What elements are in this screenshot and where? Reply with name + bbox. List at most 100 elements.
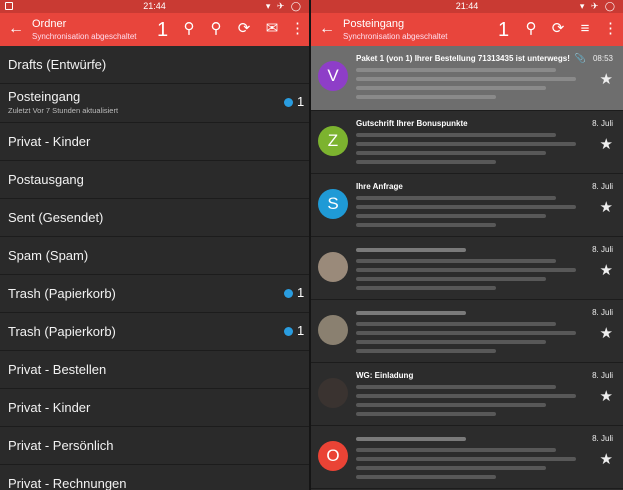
blurred-preview bbox=[356, 475, 496, 479]
refresh-icon[interactable]: ⟳ bbox=[235, 20, 253, 38]
blurred-preview bbox=[356, 214, 546, 218]
blurred-preview bbox=[356, 86, 546, 90]
unread-count: 1 bbox=[498, 19, 510, 41]
blurred-subject bbox=[356, 311, 466, 315]
folder-unread-count: 1 bbox=[297, 94, 305, 109]
search-icon[interactable]: ⚲ bbox=[522, 20, 540, 38]
blurred-preview bbox=[356, 142, 576, 146]
sender-avatar: Z bbox=[318, 126, 348, 156]
blurred-preview bbox=[356, 403, 546, 407]
folder-item[interactable]: Postausgang bbox=[0, 161, 309, 199]
folder-name: Privat - Persönlich bbox=[8, 438, 114, 453]
search-icon[interactable]: ⚲ bbox=[180, 20, 198, 38]
folder-item[interactable]: Privat - Rechnungen bbox=[0, 465, 309, 490]
blurred-preview bbox=[356, 349, 496, 353]
blurred-subject bbox=[356, 437, 466, 441]
folder-item[interactable]: Drafts (Entwürfe) bbox=[0, 46, 309, 84]
message-item[interactable]: WG: Einladung 8. Juli ★ bbox=[311, 363, 623, 426]
blurred-preview bbox=[356, 394, 576, 398]
folder-item[interactable]: Trash (Papierkorb) 1 bbox=[0, 313, 309, 351]
folder-item[interactable]: Trash (Papierkorb) 1 bbox=[0, 275, 309, 313]
blurred-preview bbox=[356, 322, 556, 326]
star-icon[interactable]: ★ bbox=[600, 261, 613, 279]
message-date: 8. Juli bbox=[592, 119, 613, 128]
blurred-preview bbox=[356, 196, 556, 200]
sender-avatar: S bbox=[318, 189, 348, 219]
search-all-icon[interactable]: ⚲ bbox=[207, 20, 225, 38]
unread-dot-icon bbox=[284, 327, 293, 336]
sender-avatar: O bbox=[318, 441, 348, 471]
sender-avatar bbox=[318, 378, 348, 408]
blurred-preview bbox=[356, 68, 556, 72]
blurred-preview bbox=[356, 412, 496, 416]
blurred-subject bbox=[356, 248, 466, 252]
message-list: V Paket 1 (von 1) Ihrer Bestellung 713134… bbox=[311, 46, 623, 489]
message-subject: Gutschrift Ihrer Bonuspunkte bbox=[356, 119, 468, 128]
folder-name: Privat - Rechnungen bbox=[8, 476, 127, 490]
refresh-icon[interactable]: ⟳ bbox=[549, 20, 567, 38]
folder-name: Trash (Papierkorb) bbox=[8, 324, 116, 339]
blurred-preview bbox=[356, 77, 576, 81]
star-icon[interactable]: ★ bbox=[600, 387, 613, 405]
folder-item[interactable]: Privat - Bestellen bbox=[0, 351, 309, 389]
app-bar-title: Ordner bbox=[32, 18, 67, 30]
blurred-preview bbox=[356, 277, 546, 281]
overflow-menu-icon[interactable]: ⋮ bbox=[290, 20, 305, 38]
star-icon[interactable]: ★ bbox=[600, 70, 613, 88]
attachment-icon: 📎 bbox=[574, 53, 586, 63]
folder-name: Privat - Bestellen bbox=[8, 362, 107, 377]
status-icons: ▾ ✈ ◯ bbox=[265, 1, 303, 11]
app-bar-subtitle: Synchronisation abgeschaltet bbox=[32, 32, 137, 41]
folder-name: Trash (Papierkorb) bbox=[8, 286, 116, 301]
message-date: 8. Juli bbox=[592, 182, 613, 191]
status-time-right: 21:44 bbox=[455, 1, 479, 11]
message-date: 8. Juli bbox=[592, 371, 613, 380]
folder-item[interactable]: Spam (Spam) bbox=[0, 237, 309, 275]
folder-pane: 21:44 ▾ ✈ ◯ ← Ordner Synchronisation abg… bbox=[0, 0, 309, 490]
blurred-preview bbox=[356, 160, 496, 164]
message-item[interactable]: O 8. Juli ★ bbox=[311, 426, 623, 489]
folder-name: Drafts (Entwürfe) bbox=[8, 57, 107, 72]
blurred-preview bbox=[356, 151, 546, 155]
back-arrow-icon[interactable]: ← bbox=[8, 18, 24, 40]
app-bar-subtitle: Synchronisation abgeschaltet bbox=[343, 32, 448, 41]
message-item[interactable]: Z Gutschrift Ihrer Bonuspunkte 8. Juli ★ bbox=[311, 111, 623, 174]
compose-icon[interactable]: ✉ bbox=[263, 20, 281, 38]
blurred-preview bbox=[356, 268, 576, 272]
status-bar-right: 21:44 ▾ ✈ ◯ bbox=[311, 0, 623, 13]
star-icon[interactable]: ★ bbox=[600, 198, 613, 216]
message-item[interactable]: S Ihre Anfrage 8. Juli ★ bbox=[311, 174, 623, 237]
folder-sync-status: Zuletzt Vor 7 Stunden aktualisiert bbox=[8, 106, 119, 115]
unread-count: 1 bbox=[157, 19, 169, 41]
message-subject: WG: Einladung bbox=[356, 371, 414, 380]
sort-icon[interactable]: ≡ bbox=[576, 20, 594, 38]
folder-name: Spam (Spam) bbox=[8, 248, 89, 263]
folder-item[interactable]: Sent (Gesendet) bbox=[0, 199, 309, 237]
sender-avatar: V bbox=[318, 61, 348, 91]
inbox-app-bar: ← Posteingang Synchronisation abgeschalt… bbox=[311, 13, 623, 46]
message-item[interactable]: 8. Juli ★ bbox=[311, 237, 623, 300]
blurred-preview bbox=[356, 95, 496, 99]
folder-list: Drafts (Entwürfe) Posteingang Zuletzt Vor … bbox=[0, 46, 309, 490]
blurred-preview bbox=[356, 457, 576, 461]
star-icon[interactable]: ★ bbox=[600, 135, 613, 153]
folder-item[interactable]: Posteingang Zuletzt Vor 7 Stunden aktuali… bbox=[0, 84, 309, 123]
status-icons-right: ▾ ✈ ◯ bbox=[579, 1, 617, 11]
folder-item[interactable]: Privat - Persönlich bbox=[0, 427, 309, 465]
message-item[interactable]: 8. Juli ★ bbox=[311, 300, 623, 363]
overflow-menu-icon[interactable]: ⋮ bbox=[603, 20, 618, 38]
message-item[interactable]: V Paket 1 (von 1) Ihrer Bestellung 713134… bbox=[311, 46, 623, 111]
folder-item[interactable]: Privat - Kinder bbox=[0, 123, 309, 161]
message-date: 8. Juli bbox=[592, 245, 613, 254]
blurred-preview bbox=[356, 205, 576, 209]
blurred-preview bbox=[356, 466, 546, 470]
star-icon[interactable]: ★ bbox=[600, 450, 613, 468]
message-pane: 21:44 ▾ ✈ ◯ ← Posteingang Synchronisatio… bbox=[311, 0, 623, 490]
folder-app-bar: ← Ordner Synchronisation abgeschaltet 1 … bbox=[0, 13, 309, 46]
blurred-preview bbox=[356, 385, 556, 389]
unread-dot-icon bbox=[284, 98, 293, 107]
star-icon[interactable]: ★ bbox=[600, 324, 613, 342]
back-arrow-icon[interactable]: ← bbox=[319, 18, 335, 40]
folder-item[interactable]: Privat - Kinder bbox=[0, 389, 309, 427]
unread-dot-icon bbox=[284, 289, 293, 298]
